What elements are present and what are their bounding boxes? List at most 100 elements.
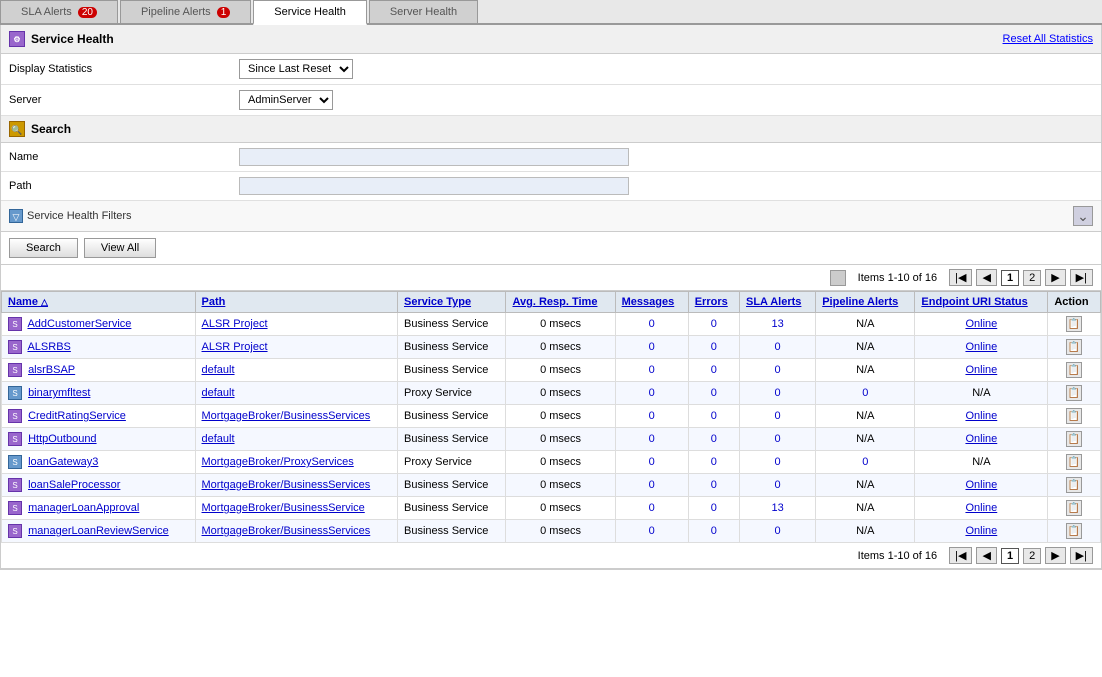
col-path-sort-link[interactable]: Path — [202, 296, 226, 308]
col-avg-resp-time-sort-link[interactable]: Avg. Resp. Time — [512, 296, 597, 308]
tab-service-health[interactable]: Service Health — [253, 0, 367, 25]
cell-sla-alerts: 0 — [740, 474, 816, 497]
action-icon[interactable]: 📋 — [1066, 500, 1082, 516]
col-header-service-type: Service Type — [398, 292, 506, 313]
page-2-btn-top[interactable]: 2 — [1023, 270, 1041, 286]
action-icon[interactable]: 📋 — [1066, 316, 1082, 332]
cell-endpoint-uri-status: N/A — [915, 451, 1048, 474]
cell-endpoint-uri-status[interactable]: Online — [915, 520, 1048, 543]
last-page-btn-bottom[interactable]: ▶| — [1070, 547, 1093, 564]
cell-path: MortgageBroker/ProxyServices — [195, 451, 397, 474]
action-icon[interactable]: 📋 — [1066, 385, 1082, 401]
collapse-button[interactable]: ⌄ — [1073, 206, 1093, 226]
section-title-container: ⚙ Service Health — [9, 31, 114, 47]
reset-all-statistics-link[interactable]: Reset All Statistics — [1003, 33, 1093, 45]
path-link[interactable]: MortgageBroker/BusinessServices — [202, 410, 371, 422]
cell-name: S binarymfltest — [2, 382, 196, 405]
action-icon[interactable]: 📋 — [1066, 523, 1082, 539]
cell-sla-alerts: 13 — [740, 313, 816, 336]
path-link[interactable]: MortgageBroker/BusinessServices — [202, 525, 371, 537]
cell-avg-resp-time: 0 msecs — [506, 405, 615, 428]
first-page-btn-top[interactable]: |◀ — [949, 269, 972, 286]
page-1-btn-bottom[interactable]: 1 — [1001, 548, 1019, 564]
button-row: Search View All — [1, 232, 1101, 265]
cell-action: 📋 — [1048, 474, 1101, 497]
path-link[interactable]: MortgageBroker/BusinessServices — [202, 479, 371, 491]
service-name-link[interactable]: AddCustomerService — [27, 318, 131, 330]
col-messages-sort-link[interactable]: Messages — [622, 296, 675, 308]
cell-endpoint-uri-status[interactable]: Online — [915, 405, 1048, 428]
cell-service-type: Proxy Service — [398, 451, 506, 474]
path-control — [239, 177, 629, 195]
cell-endpoint-uri-status[interactable]: Online — [915, 474, 1048, 497]
service-name-link[interactable]: managerLoanReviewService — [28, 525, 169, 537]
page-2-btn-bottom[interactable]: 2 — [1023, 548, 1041, 564]
col-sla-alerts-sort-link[interactable]: SLA Alerts — [746, 296, 801, 308]
service-name-link[interactable]: HttpOutbound — [28, 433, 97, 445]
service-name-link[interactable]: alsrBSAP — [28, 364, 75, 376]
view-all-button[interactable]: View All — [84, 238, 156, 258]
path-link[interactable]: ALSR Project — [202, 318, 268, 330]
filter-label-container: ▽ Service Health Filters — [9, 209, 132, 223]
col-endpoint-uri-status-sort-link[interactable]: Endpoint URI Status — [921, 296, 1027, 308]
server-select[interactable]: AdminServer — [239, 90, 333, 110]
path-link[interactable]: ALSR Project — [202, 341, 268, 353]
last-page-btn-top[interactable]: ▶| — [1070, 269, 1093, 286]
tab-server-health[interactable]: Server Health — [369, 0, 478, 23]
path-link[interactable]: default — [202, 433, 235, 445]
pagination-top: Items 1-10 of 16 |◀ ◀ 1 2 ▶ ▶| — [1, 265, 1101, 291]
path-link[interactable]: MortgageBroker/ProxyServices — [202, 456, 354, 468]
first-page-btn-bottom[interactable]: |◀ — [949, 547, 972, 564]
tab-pipeline-alerts[interactable]: Pipeline Alerts 1 — [120, 0, 251, 23]
prev-page-btn-bottom[interactable]: ◀ — [976, 547, 996, 564]
action-icon[interactable]: 📋 — [1066, 431, 1082, 447]
cell-pipeline-alerts: N/A — [816, 474, 915, 497]
col-name-sort-link[interactable]: Name △ — [8, 296, 48, 308]
cell-action: 📋 — [1048, 336, 1101, 359]
service-icon: S — [8, 340, 22, 354]
action-icon[interactable]: 📋 — [1066, 408, 1082, 424]
service-name-link[interactable]: binarymfltest — [28, 387, 90, 399]
cell-endpoint-uri-status[interactable]: Online — [915, 336, 1048, 359]
grid-view-icon[interactable] — [830, 270, 846, 286]
cell-endpoint-uri-status[interactable]: Online — [915, 313, 1048, 336]
col-service-type-sort-link[interactable]: Service Type — [404, 296, 471, 308]
col-errors-sort-link[interactable]: Errors — [695, 296, 728, 308]
action-icon[interactable]: 📋 — [1066, 454, 1082, 470]
prev-page-btn-top[interactable]: ◀ — [976, 269, 996, 286]
path-input[interactable] — [239, 177, 629, 195]
service-name-link[interactable]: CreditRatingService — [28, 410, 126, 422]
cell-endpoint-uri-status[interactable]: Online — [915, 497, 1048, 520]
action-icon[interactable]: 📋 — [1066, 339, 1082, 355]
service-name-link[interactable]: managerLoanApproval — [28, 502, 139, 514]
display-statistics-select[interactable]: Since Last Reset Since Midnight Since La… — [239, 59, 353, 79]
search-section-header: 🔍 Search — [1, 116, 1101, 143]
tab-sla-alerts[interactable]: SLA Alerts 20 — [0, 0, 118, 23]
action-icon[interactable]: 📋 — [1066, 477, 1082, 493]
cell-avg-resp-time: 0 msecs — [506, 359, 615, 382]
path-link[interactable]: MortgageBroker/BusinessService — [202, 502, 365, 514]
service-name-link[interactable]: ALSRBS — [27, 341, 70, 353]
cell-endpoint-uri-status[interactable]: Online — [915, 428, 1048, 451]
name-label: Name — [9, 151, 239, 163]
filter-icon: ▽ — [9, 209, 23, 223]
next-page-btn-top[interactable]: ▶ — [1045, 269, 1065, 286]
path-link[interactable]: default — [202, 364, 235, 376]
cell-service-type: Business Service — [398, 428, 506, 451]
search-button[interactable]: Search — [9, 238, 78, 258]
service-name-link[interactable]: loanGateway3 — [28, 456, 98, 468]
action-icon[interactable]: 📋 — [1066, 362, 1082, 378]
cell-avg-resp-time: 0 msecs — [506, 382, 615, 405]
cell-errors: 0 — [688, 336, 739, 359]
service-name-link[interactable]: loanSaleProcessor — [28, 479, 120, 491]
col-pipeline-alerts-sort-link[interactable]: Pipeline Alerts — [822, 296, 898, 308]
path-link[interactable]: default — [202, 387, 235, 399]
next-page-btn-bottom[interactable]: ▶ — [1045, 547, 1065, 564]
name-input[interactable] — [239, 148, 629, 166]
cell-errors: 0 — [688, 520, 739, 543]
cell-endpoint-uri-status[interactable]: Online — [915, 359, 1048, 382]
cell-sla-alerts: 0 — [740, 382, 816, 405]
name-row: Name — [1, 143, 1101, 172]
main-panel: ⚙ Service Health Reset All Statistics Di… — [0, 25, 1102, 570]
page-1-btn-top[interactable]: 1 — [1001, 270, 1019, 286]
